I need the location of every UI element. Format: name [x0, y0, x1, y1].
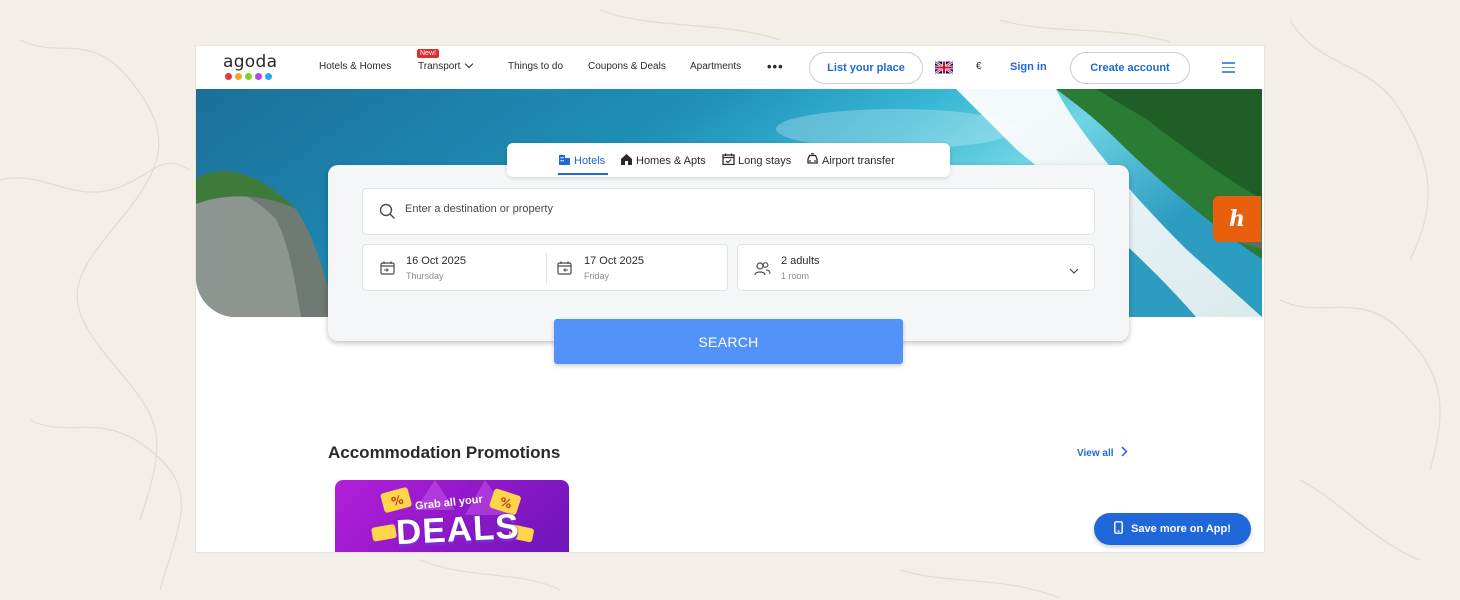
logo-dot	[225, 73, 232, 80]
sign-in-link[interactable]: Sign in	[1010, 61, 1047, 73]
search-tabs: Hotels Homes & Apts Long stays Airport t…	[507, 143, 950, 177]
destination-input[interactable]	[405, 203, 1005, 215]
phone-icon	[1114, 521, 1123, 537]
guests-icon	[754, 261, 771, 281]
new-badge: New!	[417, 49, 439, 58]
date-divider	[546, 253, 547, 284]
more-menu-icon[interactable]: •••	[767, 59, 784, 74]
save-more-on-app-button[interactable]: Save more on App!	[1094, 513, 1251, 545]
tab-homes-apts[interactable]: Homes & Apts	[620, 153, 706, 168]
search-icon	[379, 203, 396, 225]
tab-hotels[interactable]: Hotels	[558, 153, 605, 168]
guests-count: 2 adults	[781, 255, 820, 267]
uk-flag-icon[interactable]	[935, 61, 953, 74]
tab-long-stays-label: Long stays	[738, 154, 792, 167]
chevron-down-icon	[465, 59, 474, 69]
guests-field[interactable]: 2 adults 1 room	[737, 244, 1095, 291]
logo-text: agoda	[223, 52, 278, 72]
calendar-icon	[722, 153, 735, 168]
logo-dot	[255, 73, 262, 80]
logo-dot	[235, 73, 242, 80]
agoda-logo[interactable]: agoda	[223, 52, 283, 82]
tab-long-stays[interactable]: Long stays	[722, 153, 791, 168]
logo-dot	[245, 73, 252, 80]
chevron-down-icon	[1069, 262, 1079, 280]
list-your-place-button[interactable]: List your place	[809, 52, 923, 84]
checkout-date: 17 Oct 2025	[584, 255, 644, 267]
logo-dots	[225, 73, 283, 80]
nav-apartments[interactable]: Apartments	[690, 61, 741, 72]
checkout-day: Friday	[584, 271, 610, 281]
checkin-calendar-icon	[380, 261, 395, 280]
currency-selector[interactable]: €	[976, 61, 982, 72]
logo-dot	[265, 73, 272, 80]
checkin-day: Thursday	[406, 271, 444, 281]
save-more-on-app-label: Save more on App!	[1131, 523, 1231, 535]
top-navigation: agoda Hotels & Homes New! Transport Thin…	[196, 46, 1264, 89]
checkin-date: 16 Oct 2025	[406, 255, 466, 267]
promotion-card-deals[interactable]: % % Grab all your DEALS	[335, 480, 569, 552]
destination-field[interactable]	[362, 188, 1095, 235]
view-all-label: View all	[1077, 447, 1114, 459]
chevron-right-icon	[1120, 446, 1128, 460]
nav-hotels-homes[interactable]: Hotels & Homes	[319, 61, 391, 72]
promo-card-title: DEALS	[395, 506, 521, 552]
honey-extension-icon[interactable]: h	[1213, 196, 1261, 242]
nav-coupons-deals[interactable]: Coupons & Deals	[588, 61, 666, 72]
nav-things-to-do[interactable]: Things to do	[508, 61, 563, 72]
date-range-field[interactable]: 16 Oct 2025 Thursday 17 Oct 2025 Friday	[362, 244, 728, 291]
tab-airport-transfer[interactable]: Airport transfer	[806, 153, 895, 168]
browser-page: agoda Hotels & Homes New! Transport Thin…	[196, 46, 1264, 552]
view-all-link[interactable]: View all	[1077, 446, 1128, 460]
active-tab-indicator	[558, 173, 608, 175]
checkout-calendar-icon	[557, 261, 572, 280]
nav-transport-label: Transport	[418, 61, 461, 72]
car-icon	[806, 153, 819, 168]
tab-homes-apts-label: Homes & Apts	[636, 154, 706, 167]
house-icon	[620, 153, 633, 168]
nav-transport[interactable]: Transport	[418, 59, 474, 72]
create-account-button[interactable]: Create account	[1070, 52, 1190, 84]
rooms-count: 1 room	[781, 271, 810, 281]
search-button[interactable]: SEARCH	[554, 319, 903, 364]
tab-airport-transfer-label: Airport transfer	[822, 154, 895, 167]
hamburger-menu-icon[interactable]	[1222, 62, 1235, 76]
building-icon	[558, 153, 571, 168]
promotions-heading: Accommodation Promotions	[328, 443, 561, 462]
search-panel: 16 Oct 2025 Thursday 17 Oct 2025 Friday …	[328, 165, 1129, 341]
tab-hotels-label: Hotels	[574, 154, 606, 167]
